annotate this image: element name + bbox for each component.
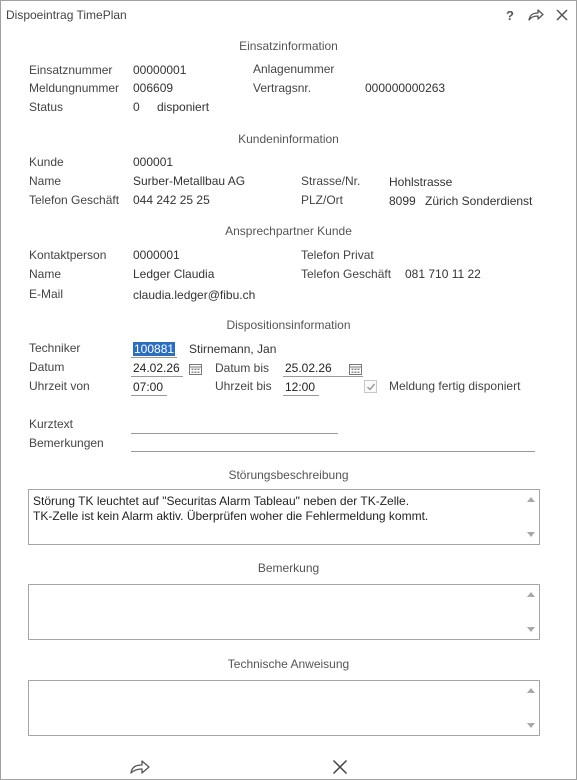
section-bemerkung: Bemerkung xyxy=(257,561,320,575)
vertragsnr-label: Vertragsnr. xyxy=(253,81,312,95)
bemerkung-scrollbar[interactable] xyxy=(524,586,538,638)
email-value[interactable]: claudia.ledger@fibu.ch xyxy=(133,288,255,302)
close-icon xyxy=(556,9,568,21)
scroll-up-icon[interactable] xyxy=(527,688,535,693)
einsatznummer-value: 00000001 xyxy=(133,63,187,77)
help-button[interactable]: ? xyxy=(501,6,519,24)
uhrzeit-bis-input[interactable]: 12:00 xyxy=(283,379,319,396)
ort-value: Zürich Sonderdienst xyxy=(425,194,533,208)
kontaktperson-label: Kontaktperson xyxy=(29,248,107,262)
stoerung-scrollbar[interactable] xyxy=(524,491,538,543)
section-technische-anweisung: Technische Anweisung xyxy=(227,657,350,671)
forward-header-button[interactable] xyxy=(527,6,545,24)
techniker-input[interactable]: 100881 xyxy=(131,341,177,358)
anlagennummer-label: Anlagenummer xyxy=(253,62,335,76)
kurztext-input[interactable] xyxy=(131,417,338,434)
kontakt-telefon-geschaeft-label: Telefon Geschäft xyxy=(301,267,392,281)
scroll-up-icon[interactable] xyxy=(527,592,535,597)
uhrzeit-von-label: Uhrzeit von xyxy=(29,379,90,393)
section-dispositionsinformation: Dispositionsinformation xyxy=(226,318,351,332)
uhrzeit-von-input[interactable]: 07:00 xyxy=(131,379,167,396)
email-label: E-Mail xyxy=(29,287,64,301)
stoerung-text: Störung TK leuchtet auf "Securitas Alarm… xyxy=(33,494,429,523)
section-einsatzinformation: Einsatzinformation xyxy=(239,39,338,53)
scroll-up-icon[interactable] xyxy=(527,497,535,502)
kontakt-telefon-geschaeft-value: 081 710 11 22 xyxy=(405,267,481,281)
kunde-name-label: Name xyxy=(29,174,62,188)
techniker-name: Stirnemann, Jan xyxy=(189,342,277,356)
telefon-geschaeft-label: Telefon Geschäft xyxy=(29,193,120,207)
bemerkung-textarea[interactable] xyxy=(28,584,540,640)
calendar-bis-icon[interactable] xyxy=(349,363,362,375)
plz-value: 8099 xyxy=(389,194,416,208)
status-text: disponiert xyxy=(157,100,210,114)
bemerkungen-input[interactable] xyxy=(131,435,535,452)
close-icon xyxy=(332,759,348,775)
bemerkungen-label: Bemerkungen xyxy=(29,436,104,450)
scroll-down-icon[interactable] xyxy=(527,723,535,728)
checkmark-icon xyxy=(366,383,375,391)
status-label: Status xyxy=(29,100,64,114)
anweisung-textarea[interactable] xyxy=(28,680,540,736)
datum-bis-label: Datum bis xyxy=(215,361,270,375)
kontakt-name-label: Name xyxy=(29,267,62,281)
window-title: Dispoeintrag TimePlan xyxy=(6,8,127,22)
plz-ort-label: PLZ/Ort xyxy=(301,193,344,207)
section-stoerungsbeschreibung: Störungsbeschreibung xyxy=(228,468,349,482)
forward-button[interactable] xyxy=(129,756,151,778)
techniker-label: Techniker xyxy=(29,341,81,355)
cancel-button[interactable] xyxy=(329,756,351,778)
scroll-down-icon[interactable] xyxy=(527,532,535,537)
section-kundeninformation: Kundeninformation xyxy=(238,132,339,146)
calendar-icon[interactable] xyxy=(189,363,202,375)
stoerung-textarea[interactable]: Störung TK leuchtet auf "Securitas Alarm… xyxy=(28,489,540,545)
telefon-privat-label: Telefon Privat xyxy=(301,248,374,262)
datum-label: Datum xyxy=(29,360,65,374)
strasse-value: Hohlstrasse xyxy=(389,175,453,189)
meldungnummer-value: 006609 xyxy=(133,81,174,95)
section-ansprechpartner: Ansprechpartner Kunde xyxy=(225,224,352,238)
fertig-disponiert-checkbox[interactable] xyxy=(364,380,377,393)
kurztext-label: Kurztext xyxy=(29,417,74,431)
anweisung-scrollbar[interactable] xyxy=(524,682,538,734)
kontakt-name-value: Ledger Claudia xyxy=(133,267,215,281)
share-arrow-icon xyxy=(130,760,150,774)
share-arrow-icon xyxy=(528,9,544,21)
fertig-disponiert-label: Meldung fertig disponiert xyxy=(389,379,521,393)
kunde-value: 000001 xyxy=(133,155,174,169)
kunde-label: Kunde xyxy=(29,155,64,169)
techniker-input-value: 100881 xyxy=(133,342,176,356)
datum-input[interactable]: 24.02.26 xyxy=(131,360,183,377)
uhrzeit-bis-label: Uhrzeit bis xyxy=(215,379,272,393)
help-icon: ? xyxy=(506,7,514,23)
meldungnummer-label: Meldungnummer xyxy=(29,81,120,95)
vertragsnr-value: 000000000263 xyxy=(365,81,446,95)
close-header-button[interactable] xyxy=(553,6,571,24)
kunde-name-value: Surber-Metallbau AG xyxy=(133,174,246,188)
telefon-geschaeft-value: 044 242 25 25 xyxy=(133,193,210,207)
status-code: 0 xyxy=(133,100,140,114)
kontaktperson-value: 0000001 xyxy=(133,248,180,262)
scroll-down-icon[interactable] xyxy=(527,627,535,632)
strasse-label: Strasse/Nr. xyxy=(301,174,361,188)
einsatznummer-label: Einsatznummer xyxy=(29,63,113,77)
